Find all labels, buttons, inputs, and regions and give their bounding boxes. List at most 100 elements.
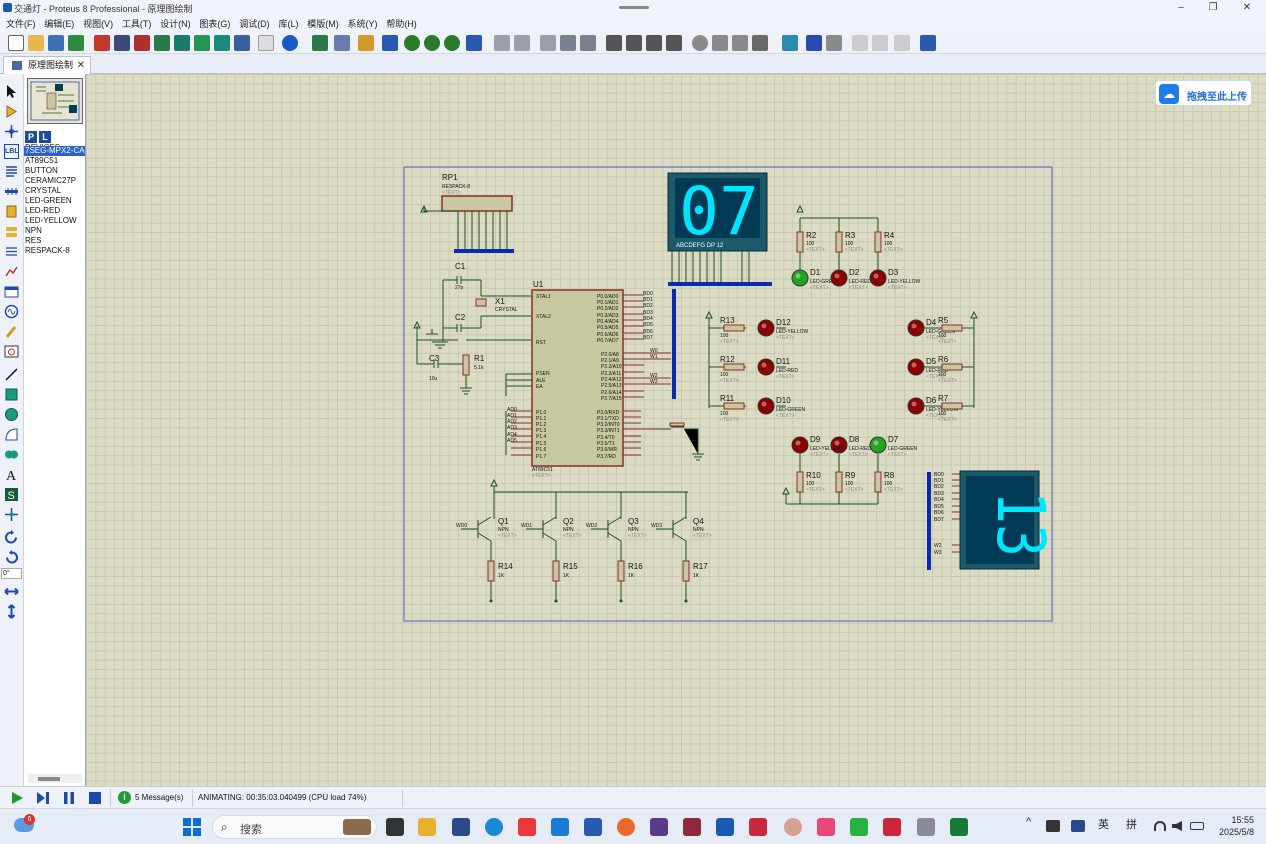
store-icon[interactable] <box>584 818 602 836</box>
resistor-r12[interactable]: R12100<TEXT> <box>720 355 745 384</box>
graph-mode-icon[interactable] <box>4 264 19 279</box>
menu-tools[interactable]: 工具(T) <box>122 16 152 32</box>
resistor-r2[interactable]: R2100<TEXT> <box>796 231 825 253</box>
cloud-app-icon[interactable] <box>551 818 569 836</box>
menu-system[interactable]: 系统(Y) <box>348 16 378 32</box>
make-device-icon[interactable] <box>712 35 728 51</box>
wechat-icon[interactable] <box>850 818 868 836</box>
block-move-icon[interactable] <box>626 35 642 51</box>
menu-file[interactable]: 文件(F) <box>6 16 36 32</box>
input-language-en[interactable]: 英 <box>1098 816 1109 832</box>
calculator-app-icon[interactable] <box>650 818 668 836</box>
messages-indicator[interactable]: i 5 Message(s) <box>118 791 183 805</box>
led-d2[interactable]: D2LED-RED<TEXT> <box>830 268 871 291</box>
matlab-icon[interactable] <box>716 818 734 836</box>
led-d11[interactable]: D11LED-RED<TEXT> <box>757 357 798 380</box>
paste-icon[interactable] <box>580 35 596 51</box>
pick-device-icon[interactable] <box>692 35 708 51</box>
schematic-canvas[interactable]: RP1 RESPACK-8 <TEXT> 07 ABCDEFG DP 12 C1… <box>86 74 1266 786</box>
resistor-r3[interactable]: R3100<TEXT> <box>835 231 864 253</box>
mail-app-icon[interactable] <box>452 818 470 836</box>
virtual-instrument-icon[interactable] <box>4 344 19 359</box>
edge-browser-icon[interactable] <box>485 818 503 836</box>
new-file-icon[interactable] <box>8 35 24 51</box>
system-clock[interactable]: 15:55 2025/5/8 <box>1214 814 1254 838</box>
upload-button[interactable]: ☁ 拖拽至此上传 <box>1155 80 1252 106</box>
tray-app-icon[interactable] <box>1046 820 1060 832</box>
notes-icon[interactable] <box>258 35 274 51</box>
origin-icon[interactable] <box>358 35 374 51</box>
import-icon[interactable] <box>68 35 84 51</box>
resistor-r11[interactable]: R11100<TEXT> <box>720 394 745 423</box>
menu-template[interactable]: 模版(M) <box>307 16 339 32</box>
rotation-field[interactable]: 0° <box>1 568 22 579</box>
led-d12[interactable]: D12LED-YELLOW<TEXT> <box>757 318 809 341</box>
menu-help[interactable]: 帮助(H) <box>386 16 417 32</box>
pcb-icon[interactable] <box>134 35 150 51</box>
npn-transistor[interactable]: WD0 Q1NPN<TEXT>R141K <box>456 516 517 603</box>
music-app-icon[interactable] <box>817 818 835 836</box>
taskbar-search[interactable]: ⌕ 搜索 <box>212 815 377 839</box>
open-folder-icon[interactable] <box>28 35 44 51</box>
zoom-in-icon[interactable] <box>404 35 420 51</box>
source-code-icon[interactable] <box>234 35 250 51</box>
save-icon[interactable] <box>48 35 64 51</box>
resistor-r13[interactable]: R13100<TEXT> <box>720 316 745 345</box>
led-d7[interactable]: D7LED-GREEN<TEXT> <box>869 435 918 458</box>
text-script-icon[interactable] <box>4 164 19 179</box>
overview-preview[interactable] <box>27 78 83 124</box>
rp1-respack[interactable]: RP1 RESPACK-8 <TEXT> <box>420 173 514 253</box>
redo-icon[interactable] <box>514 35 530 51</box>
list-item[interactable]: NPN <box>24 226 85 236</box>
wifi-icon[interactable] <box>1154 821 1166 831</box>
home-icon[interactable] <box>94 35 110 51</box>
electrical-rule-check-icon[interactable] <box>920 35 936 51</box>
exit-to-parent-icon[interactable] <box>894 35 910 51</box>
play-icon[interactable] <box>10 791 24 805</box>
block-delete-icon[interactable] <box>666 35 682 51</box>
wire-autorouter-icon[interactable] <box>782 35 798 51</box>
close-window-button[interactable]: ✕ <box>1232 0 1262 16</box>
windows-start-icon[interactable] <box>183 818 201 836</box>
gerber-icon[interactable] <box>174 35 190 51</box>
list-item[interactable]: LED-GREEN <box>24 196 85 206</box>
remove-sheet-icon[interactable] <box>872 35 888 51</box>
menu-design[interactable]: 设计(N) <box>160 16 191 32</box>
packaging-icon[interactable] <box>732 35 748 51</box>
decompose-icon[interactable] <box>752 35 768 51</box>
list-item[interactable]: BUTTON <box>24 166 85 176</box>
undo-icon[interactable] <box>494 35 510 51</box>
marker-icon[interactable] <box>4 507 19 522</box>
property-assign-icon[interactable] <box>826 35 842 51</box>
zoom-all-icon[interactable] <box>444 35 460 51</box>
bom-icon[interactable] <box>214 35 230 51</box>
schematic-icon[interactable] <box>114 35 130 51</box>
list-item[interactable]: RESPACK-8 <box>24 246 85 256</box>
npn-transistor[interactable]: WD1 Q2NPN<TEXT>R151K <box>521 516 582 603</box>
tape-recorder-icon[interactable] <box>4 284 19 299</box>
wps-icon[interactable] <box>883 818 901 836</box>
device-list-scrollbar[interactable] <box>28 774 82 783</box>
library-manager-button[interactable]: L <box>39 131 51 143</box>
list-item[interactable]: LED-YELLOW <box>24 216 85 226</box>
resistor-r5[interactable]: R5100<TEXT> <box>938 316 963 345</box>
volume-icon[interactable] <box>1172 821 1182 831</box>
zoom-area-icon[interactable] <box>466 35 482 51</box>
tab-close-icon[interactable]: ✕ <box>77 57 85 74</box>
pan-icon[interactable] <box>382 35 398 51</box>
npn-transistor[interactable]: WD3 Q4NPN<TEXT>R171K <box>651 516 712 603</box>
block-copy-icon[interactable] <box>606 35 622 51</box>
flip-vertical-icon[interactable] <box>4 604 19 619</box>
symbol-draw-icon[interactable]: S <box>4 487 19 502</box>
tray-mail-icon[interactable] <box>1071 820 1085 832</box>
winrar-icon[interactable] <box>683 818 701 836</box>
menu-library[interactable]: 库(L) <box>278 16 298 32</box>
list-item[interactable]: AT89C51 <box>24 156 85 166</box>
terminal-mode-icon[interactable] <box>4 224 19 239</box>
voltage-probe-icon[interactable] <box>4 324 19 339</box>
task-view-icon[interactable] <box>386 818 404 836</box>
menu-graph[interactable]: 图表(G) <box>199 16 230 32</box>
proteus-isis-icon[interactable] <box>917 818 935 836</box>
menu-edit[interactable]: 编辑(E) <box>44 16 74 32</box>
npn-transistor[interactable]: WD2 Q3NPN<TEXT>R161K <box>586 516 647 603</box>
